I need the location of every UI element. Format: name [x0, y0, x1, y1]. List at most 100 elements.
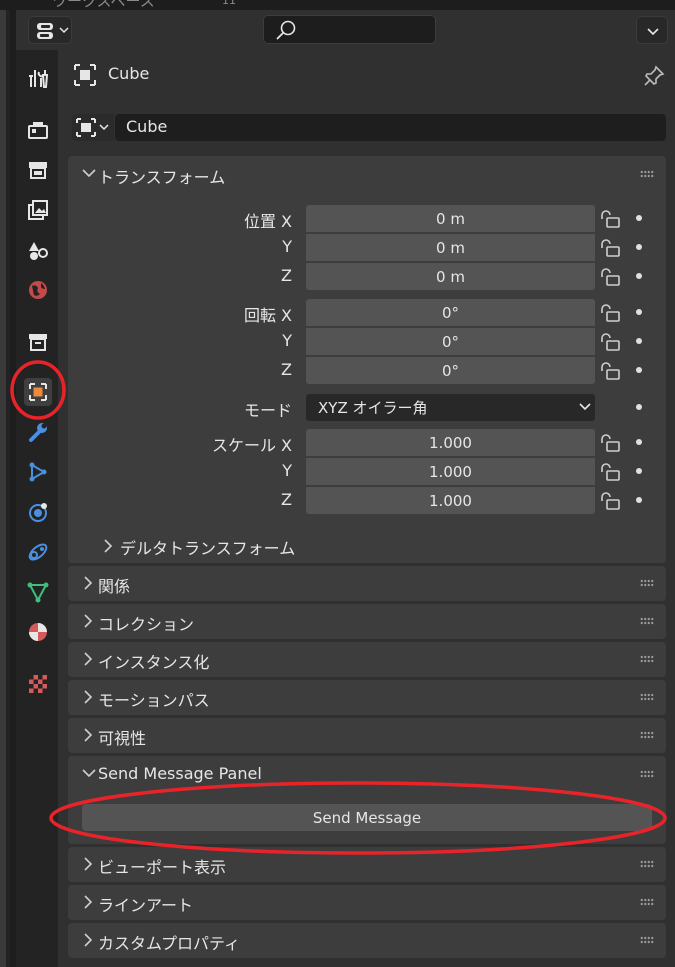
chevron-right-icon: [84, 895, 93, 909]
chevron-right-icon: [104, 539, 113, 553]
drag-grip-icon[interactable]: [640, 770, 654, 778]
line-art-panel[interactable]: ラインアート: [68, 885, 666, 920]
chevron-down-icon: [647, 28, 659, 36]
rotation-x-label: 回転 X: [243, 306, 292, 325]
keyframe-dot[interactable]: [636, 439, 642, 445]
collections-panel[interactable]: コレクション: [68, 604, 666, 639]
lock-icon[interactable]: [598, 461, 622, 481]
rotation-mode-value: XYZ オイラー角: [318, 399, 428, 417]
keyframe-dot[interactable]: [636, 273, 642, 279]
scale-x-field[interactable]: 1.000: [306, 429, 595, 456]
output-icon[interactable]: [24, 156, 52, 184]
location-x-label: 位置 X: [243, 212, 292, 231]
physics-icon[interactable]: [24, 498, 52, 526]
drag-grip-icon[interactable]: [640, 936, 654, 944]
rotation-z-field[interactable]: 0°: [306, 357, 595, 384]
location-y-field[interactable]: 0 m: [306, 234, 595, 261]
rotation-z-label: Z: [281, 360, 292, 379]
drag-grip-icon[interactable]: [640, 579, 654, 587]
left-edge: [0, 0, 10, 967]
viewport-display-title: ビューポート表示: [98, 858, 227, 877]
collections-title: コレクション: [98, 615, 195, 634]
transform-panel-header[interactable]: トランスフォーム: [68, 156, 666, 192]
location-x-field[interactable]: 0 m: [306, 205, 595, 232]
keyframe-dot[interactable]: [636, 309, 642, 315]
render-icon[interactable]: [24, 116, 52, 144]
keyframe-dot[interactable]: [636, 215, 642, 221]
location-z-field[interactable]: 0 m: [306, 263, 595, 290]
scale-z-field[interactable]: 1.000: [306, 487, 595, 514]
view-layer-icon[interactable]: [24, 196, 52, 224]
drag-grip-icon[interactable]: [640, 860, 654, 868]
object-browse-button[interactable]: [72, 114, 114, 141]
keyframe-dot[interactable]: [636, 468, 642, 474]
chevron-right-icon: [84, 728, 93, 742]
custom-properties-title: カスタムプロパティ: [98, 934, 241, 953]
send-message-panel-header[interactable]: Send Message Panel: [68, 756, 666, 792]
custom-properties-panel[interactable]: カスタムプロパティ: [68, 923, 666, 958]
drag-grip-icon[interactable]: [640, 898, 654, 906]
material-icon[interactable]: [24, 618, 52, 646]
world-icon[interactable]: [24, 276, 52, 304]
tool-icon[interactable]: [24, 64, 52, 92]
chevron-down-icon: [82, 769, 96, 778]
workspace-count-partial: 11: [222, 0, 236, 7]
lock-icon[interactable]: [598, 302, 622, 322]
scale-x-label: スケール X: [211, 436, 292, 455]
particles-icon[interactable]: [24, 458, 52, 486]
scene-icon[interactable]: [24, 236, 52, 264]
pin-icon[interactable]: [642, 64, 666, 88]
relations-panel[interactable]: 関係: [68, 566, 666, 601]
lock-icon[interactable]: [598, 360, 622, 380]
motion-paths-panel[interactable]: モーションパス: [68, 680, 666, 715]
visibility-title: 可視性: [98, 729, 147, 748]
search-input[interactable]: [263, 15, 436, 44]
scale-y-label: Y: [282, 461, 292, 480]
transform-title: トランスフォーム: [98, 168, 226, 187]
chevron-right-icon: [84, 576, 93, 590]
drag-grip-icon[interactable]: [640, 617, 654, 625]
delta-transform-subpanel[interactable]: デルタトランスフォーム: [120, 535, 295, 559]
chevron-right-icon: [84, 933, 93, 947]
modifier-icon[interactable]: [24, 418, 52, 446]
drag-grip-icon[interactable]: [640, 655, 654, 663]
drag-grip-icon[interactable]: [640, 731, 654, 739]
keyframe-dot[interactable]: [636, 497, 642, 503]
rotation-x-field[interactable]: 0°: [306, 299, 595, 326]
chevron-down-icon: [579, 403, 591, 411]
viewport-display-panel[interactable]: ビューポート表示: [68, 847, 666, 882]
drag-grip-icon[interactable]: [640, 693, 654, 701]
lock-icon[interactable]: [598, 432, 622, 452]
collection-icon[interactable]: [24, 328, 52, 356]
scale-y-field[interactable]: 1.000: [306, 458, 595, 485]
scale-z-label: Z: [281, 490, 292, 509]
constraints-icon[interactable]: [24, 538, 52, 566]
keyframe-dot[interactable]: [636, 367, 642, 373]
object-icon[interactable]: [24, 378, 52, 406]
instancing-panel[interactable]: インスタンス化: [68, 642, 666, 677]
send-message-button[interactable]: Send Message: [82, 804, 652, 831]
object-icon: [74, 64, 96, 86]
relations-title: 関係: [98, 577, 131, 596]
keyframe-dot[interactable]: [636, 338, 642, 344]
lock-icon[interactable]: [598, 266, 622, 286]
lock-icon[interactable]: [598, 208, 622, 228]
options-dropdown-button[interactable]: [636, 16, 668, 44]
object-name-field[interactable]: [115, 114, 666, 141]
keyframe-dot[interactable]: [636, 244, 642, 250]
drag-grip-icon[interactable]: [640, 170, 654, 178]
rotation-y-field[interactable]: 0°: [306, 328, 595, 355]
editor-type-button[interactable]: [28, 16, 72, 44]
texture-icon[interactable]: [24, 670, 52, 698]
top-strip: ワークスペース 11: [0, 0, 675, 10]
lock-icon[interactable]: [598, 490, 622, 510]
keyframe-dot[interactable]: [636, 404, 642, 410]
object-data-icon[interactable]: [24, 578, 52, 606]
instancing-title: インスタンス化: [98, 653, 210, 672]
lock-icon[interactable]: [598, 237, 622, 257]
context-object-name: Cube: [108, 64, 150, 83]
rotation-mode-label: モード: [243, 401, 292, 420]
visibility-panel[interactable]: 可視性: [68, 718, 666, 753]
chevron-right-icon: [84, 690, 93, 704]
lock-icon[interactable]: [598, 331, 622, 351]
